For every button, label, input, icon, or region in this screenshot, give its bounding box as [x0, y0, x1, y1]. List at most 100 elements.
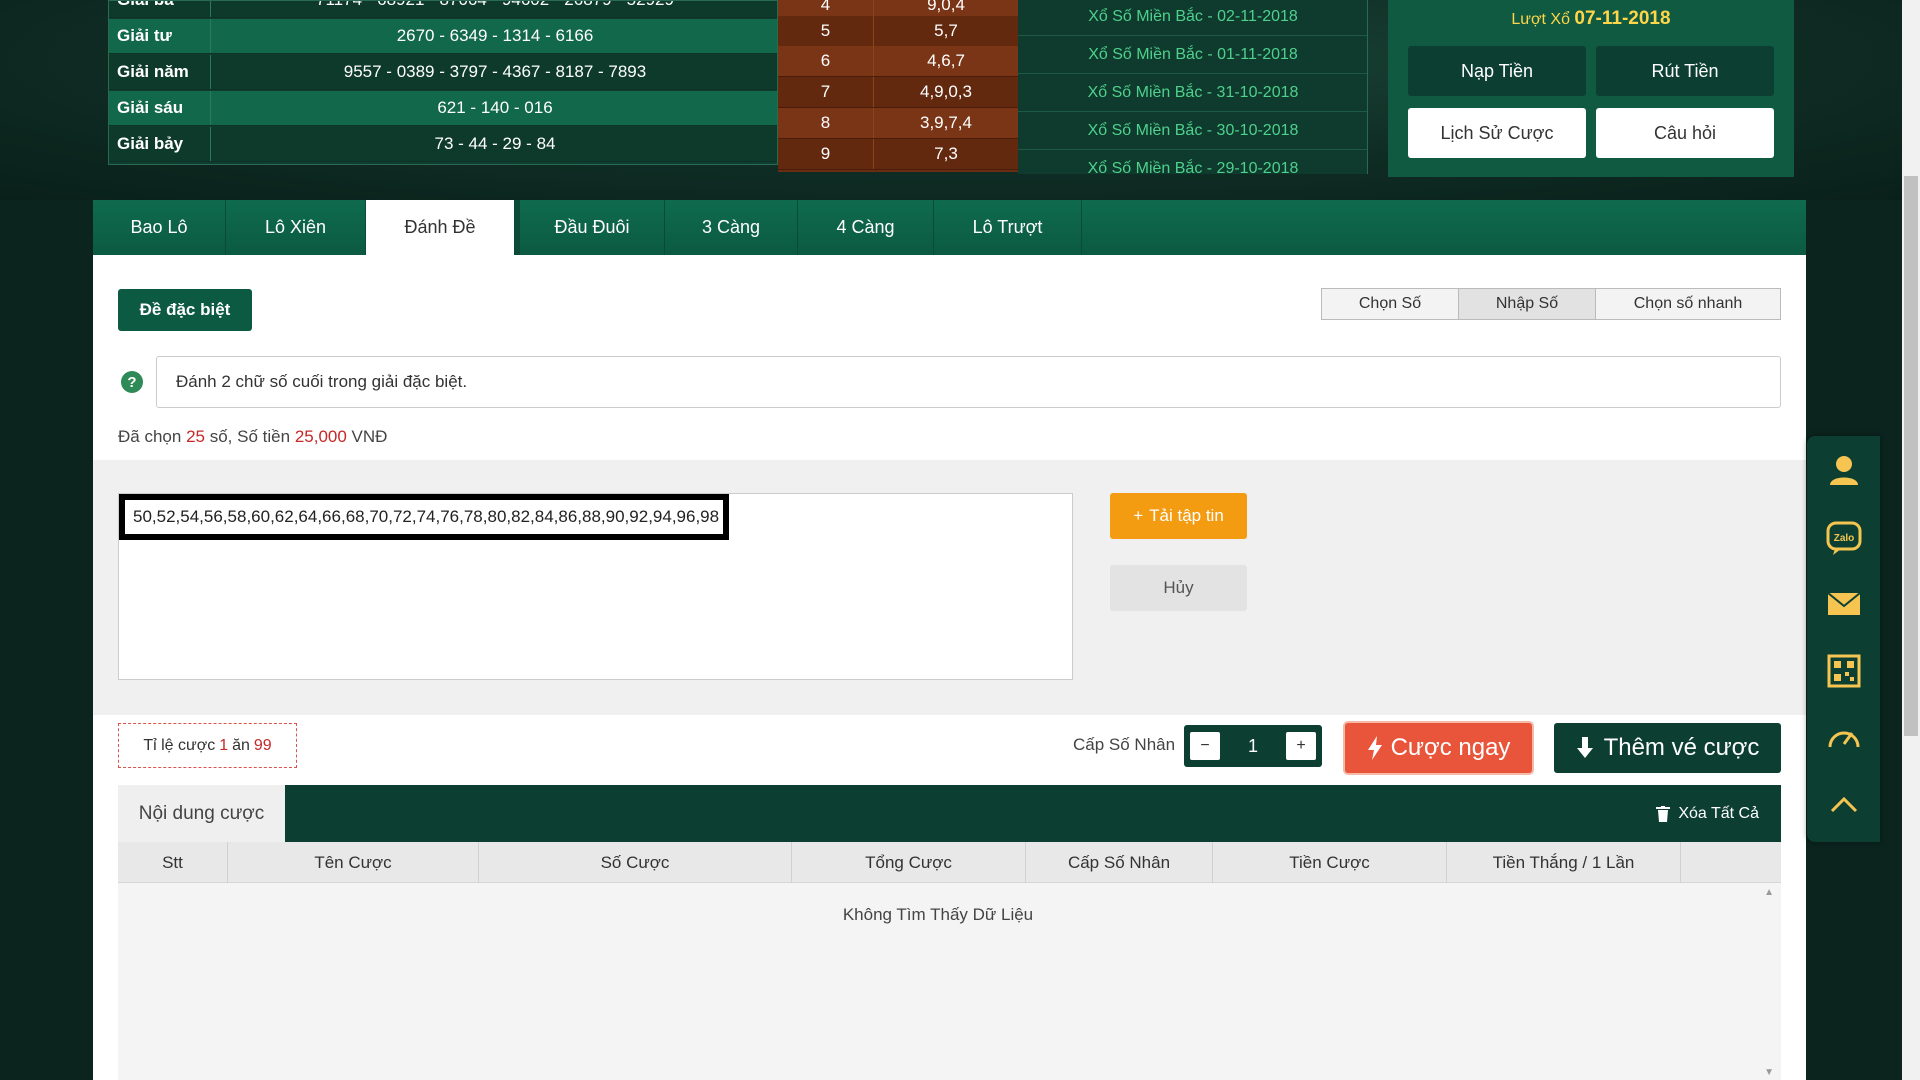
odds-mid: ăn: [232, 736, 250, 754]
mode-chon-so-nhanh[interactable]: Chọn số nhanh: [1596, 289, 1780, 319]
scroll-top-button[interactable]: [1807, 771, 1880, 838]
multiplier-value[interactable]: 1: [1248, 736, 1258, 757]
currency: VNĐ: [351, 427, 388, 446]
prize-value: 2670 - 6349 - 1314 - 6166: [396, 26, 594, 45]
draw-label: Lượt Xổ: [1511, 11, 1570, 28]
bet-table-body[interactable]: Không Tìm Thấy Dữ Liệu ▲ ▼: [118, 883, 1781, 1080]
tab-4-cang[interactable]: 4 Càng: [798, 200, 934, 255]
bet-type-tabs: Bao Lô Lô Xiên Đánh Đề Đầu Đuôi 3 Càng 4…: [93, 200, 1806, 255]
empty-message: Không Tìm Thấy Dữ Liệu: [842, 905, 1034, 924]
speed-button[interactable]: [1807, 704, 1880, 771]
input-mode-group: Chọn Số Nhập Số Chọn số nhanh: [1321, 288, 1781, 320]
prize-name: Giải sáu: [109, 91, 211, 125]
head-tail-table: 4 9,0,4 5 5,7 6 4,6,7 7 4,9,0,3 8 3,9,7,…: [778, 0, 1018, 172]
head-tail-row: 9 7,3: [778, 139, 1018, 170]
col-so-cuoc: Số Cược: [479, 842, 792, 883]
head-tail-row: 5 5,7: [778, 16, 1018, 47]
results-table: Giải ba 71174 - 68921 - 87064 - 94602 - …: [108, 0, 778, 165]
head-digit: 9: [778, 139, 874, 169]
numbers-textarea[interactable]: 50,52,54,56,58,60,62,64,66,68,70,72,74,7…: [118, 493, 1073, 680]
zalo-button[interactable]: Zalo: [1807, 503, 1880, 570]
scroll-down-arrow-icon[interactable]: ▼: [1764, 1067, 1774, 1078]
clear-all-button[interactable]: Xóa Tất Cả: [1656, 785, 1759, 842]
prize-name: Giải năm: [109, 55, 211, 89]
add-ticket-label: Thêm vé cược: [1603, 734, 1760, 761]
results-row: Giải bảy 73 - 44 - 29 - 84: [109, 127, 777, 162]
tab-dau-duoi[interactable]: Đầu Đuôi: [520, 200, 665, 255]
svg-text:Zalo: Zalo: [1833, 533, 1854, 544]
head-tail-row: 6 4,6,7: [778, 46, 1018, 77]
amount-value: 25,000: [294, 427, 347, 446]
main-content: Đề đặc biệt Chọn Số Nhập Số Chọn số nhan…: [93, 255, 1806, 1080]
prize-name: Giải ba: [109, 1, 211, 17]
col-stt: Stt: [118, 842, 228, 883]
bet-table-header: Stt Tên Cược Số Cược Tổng Cược Cấp Số Nh…: [118, 842, 1781, 883]
col-ten-cuoc: Tên Cược: [228, 842, 479, 883]
mail-icon: [1826, 591, 1861, 615]
mode-chon-so[interactable]: Chọn Số: [1322, 289, 1459, 319]
numbers-entered[interactable]: 50,52,54,56,58,60,62,64,66,68,70,72,74,7…: [119, 494, 729, 540]
scroll-up-arrow-icon[interactable]: ▲: [1764, 887, 1774, 898]
history-item[interactable]: Xổ Số Miền Bắc - 31-10-2018: [1018, 74, 1367, 112]
selection-summary: Đã chọn 25 số, Số tiền 25,000 VNĐ: [118, 427, 387, 447]
number-input-zone: 50,52,54,56,58,60,62,64,66,68,70,72,74,7…: [93, 460, 1806, 715]
support-user-button[interactable]: [1807, 436, 1880, 503]
prize-value: 9557 - 0389 - 3797 - 4367 - 8187 - 7893: [343, 62, 647, 81]
de-dac-biet-button[interactable]: Đề đặc biệt: [118, 289, 252, 331]
tab-bao-lo[interactable]: Bao Lô: [93, 200, 226, 255]
draw-date: 07-11-2018: [1574, 8, 1671, 29]
bet-content-tab[interactable]: Nội dung cược: [118, 785, 285, 842]
history-item[interactable]: Xổ Số Miền Bắc - 30-10-2018: [1018, 112, 1367, 150]
arrow-down-icon: [1576, 737, 1593, 758]
account-panel: Lượt Xổ 07-11-2018 Nạp Tiền Rút Tiền Lịc…: [1388, 0, 1794, 177]
tab-danh-de[interactable]: Đánh Đề: [366, 200, 520, 255]
upload-file-button[interactable]: + Tải tập tin: [1110, 493, 1247, 539]
tab-lo-xien[interactable]: Lô Xiên: [226, 200, 366, 255]
deposit-button[interactable]: Nạp Tiền: [1408, 46, 1586, 96]
history-item[interactable]: Xổ Số Miền Bắc - 29-10-2018: [1018, 150, 1367, 175]
amount-prefix: Số tiền: [237, 427, 291, 446]
head-digit: 6: [778, 46, 874, 76]
bet-content-header: Nội dung cược Xóa Tất Cả: [118, 785, 1781, 842]
lightning-icon: [1367, 736, 1382, 760]
bet-now-button[interactable]: Cược ngay: [1345, 723, 1532, 773]
odds-prefix: Tỉ lệ cược: [143, 736, 216, 754]
zalo-icon: Zalo: [1826, 521, 1861, 555]
mail-button[interactable]: [1807, 570, 1880, 637]
col-tien-thang: Tiền Thắng / 1 Lần: [1447, 842, 1681, 883]
selected-count: 25: [186, 427, 205, 446]
multiplier-minus-button[interactable]: −: [1190, 732, 1220, 760]
bet-now-label: Cược ngay: [1390, 734, 1511, 761]
qr-button[interactable]: [1807, 637, 1880, 704]
cancel-button[interactable]: Hủy: [1110, 565, 1247, 611]
mode-nhap-so[interactable]: Nhập Số: [1459, 289, 1596, 319]
clear-all-label: Xóa Tất Cả: [1678, 804, 1759, 822]
plus-icon: +: [1133, 506, 1144, 525]
tail-digits: 3,9,7,4: [920, 113, 972, 132]
results-row: Giải sáu 621 - 140 - 016: [109, 91, 777, 126]
multiplier-stepper: − 1 +: [1184, 725, 1322, 767]
bet-history-button[interactable]: Lịch Sử Cược: [1408, 108, 1586, 158]
page-scrollbar[interactable]: [1902, 0, 1920, 1080]
draw-history-list: Xổ Số Miền Bắc - 02-11-2018 Xổ Số Miền B…: [1018, 0, 1368, 174]
selected-prefix: Đã chọn: [118, 427, 182, 446]
add-ticket-button[interactable]: Thêm vé cược: [1554, 723, 1781, 773]
withdraw-button[interactable]: Rút Tiền: [1596, 46, 1774, 96]
faq-button[interactable]: Câu hỏi: [1596, 108, 1774, 158]
multiplier-plus-button[interactable]: +: [1285, 732, 1316, 760]
chevron-up-icon: [1830, 796, 1857, 812]
page-scrollbar-thumb[interactable]: [1904, 176, 1918, 736]
tab-lo-truot[interactable]: Lô Trượt: [934, 200, 1082, 255]
odds-b: 99: [253, 736, 272, 754]
tab-3-cang[interactable]: 3 Càng: [665, 200, 798, 255]
hint-box: Đánh 2 chữ số cuối trong giải đặc biệt.: [156, 356, 1781, 408]
history-item[interactable]: Xổ Số Miền Bắc - 01-11-2018: [1018, 36, 1367, 74]
floating-toolbar: Zalo: [1807, 436, 1880, 842]
head-tail-row: 8 3,9,7,4: [778, 108, 1018, 139]
multiplier-label: Cấp Số Nhân: [1073, 735, 1176, 754]
draw-date-title: Lượt Xổ 07-11-2018: [1388, 8, 1794, 30]
speedometer-icon: [1828, 731, 1859, 747]
prize-value: 621 - 140 - 016: [437, 98, 553, 117]
head-digit: 7: [778, 77, 874, 107]
history-item[interactable]: Xổ Số Miền Bắc - 02-11-2018: [1018, 0, 1367, 36]
